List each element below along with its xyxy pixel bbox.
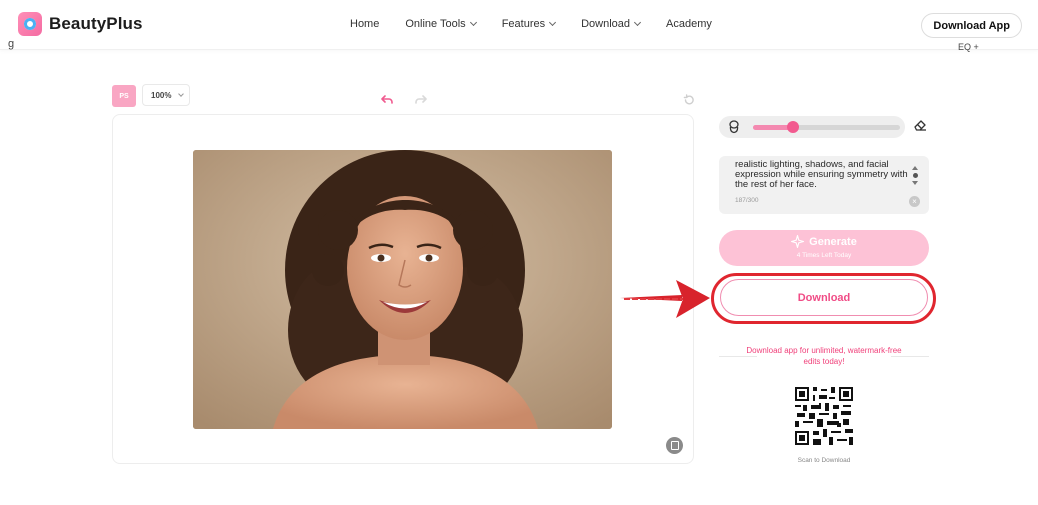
zoom-value: 100% xyxy=(151,90,172,100)
portrait-photo[interactable] xyxy=(193,150,612,429)
nav-label: Online Tools xyxy=(405,18,466,30)
compare-icon[interactable] xyxy=(666,437,683,454)
generate-remaining: 4 Times Left Today xyxy=(796,252,852,259)
nav-label: Download xyxy=(581,18,631,30)
prompt-scrollbar[interactable] xyxy=(911,166,919,192)
brush-icon[interactable] xyxy=(728,120,740,134)
chevron-down-icon xyxy=(633,18,642,27)
generate-label-row: Generate xyxy=(719,235,929,248)
zoom-select[interactable]: 100% xyxy=(142,84,190,106)
brush-slider-handle[interactable] xyxy=(787,121,799,133)
brand-name: BeautyPlus xyxy=(49,14,143,33)
top-nav: BeautyPlus Home Online Tools Features Do… xyxy=(0,0,1038,52)
prompt-text: realistic lighting, shadows, and facial … xyxy=(735,159,908,190)
reset-icon[interactable] xyxy=(683,94,695,106)
undo-icon[interactable] xyxy=(381,94,393,106)
nav-online-tools[interactable]: Online Tools xyxy=(405,18,477,30)
app-root: BeautyPlus Home Online Tools Features Do… xyxy=(0,0,1038,505)
chevron-down-icon xyxy=(178,90,185,97)
qr-code-icon xyxy=(795,387,853,445)
sparkle-icon xyxy=(791,235,805,248)
main-nav: Home Online Tools Features Download Acad… xyxy=(350,18,712,30)
generate-label: Generate xyxy=(809,235,857,248)
generate-button[interactable]: Generate 4 Times Left Today xyxy=(719,230,929,266)
download-app-button[interactable]: Download App xyxy=(921,13,1022,38)
prompt-char-count: 187/300 xyxy=(735,197,759,204)
header-fragment-right: EQ + xyxy=(958,42,979,52)
chevron-down-icon xyxy=(469,18,477,27)
nav-features[interactable]: Features xyxy=(501,18,557,30)
chevron-down-icon xyxy=(549,18,557,27)
redo-icon[interactable] xyxy=(415,94,427,106)
portrait-image xyxy=(193,150,612,429)
clear-icon[interactable]: × xyxy=(909,196,920,207)
download-button[interactable]: Download xyxy=(720,279,928,316)
ps-badge[interactable]: PS xyxy=(112,85,136,107)
prompt-textarea[interactable]: realistic lighting, shadows, and facial … xyxy=(719,156,929,214)
nav-academy[interactable]: Academy xyxy=(666,18,712,30)
header-fragment-left: g xyxy=(8,38,15,50)
nav-label: Academy xyxy=(666,18,712,30)
logo-icon xyxy=(18,12,42,36)
nav-label: Features xyxy=(501,18,546,30)
eraser-icon[interactable] xyxy=(913,119,927,131)
brand-logo[interactable]: BeautyPlus xyxy=(18,12,143,36)
nav-label: Home xyxy=(350,18,380,30)
promo-text: Download app for unlimited, watermark-fr… xyxy=(746,346,902,366)
nav-download[interactable]: Download xyxy=(581,18,642,30)
arrow-icon xyxy=(620,280,710,318)
nav-home[interactable]: Home xyxy=(350,18,379,30)
scan-label: Scan to Download xyxy=(797,457,851,464)
